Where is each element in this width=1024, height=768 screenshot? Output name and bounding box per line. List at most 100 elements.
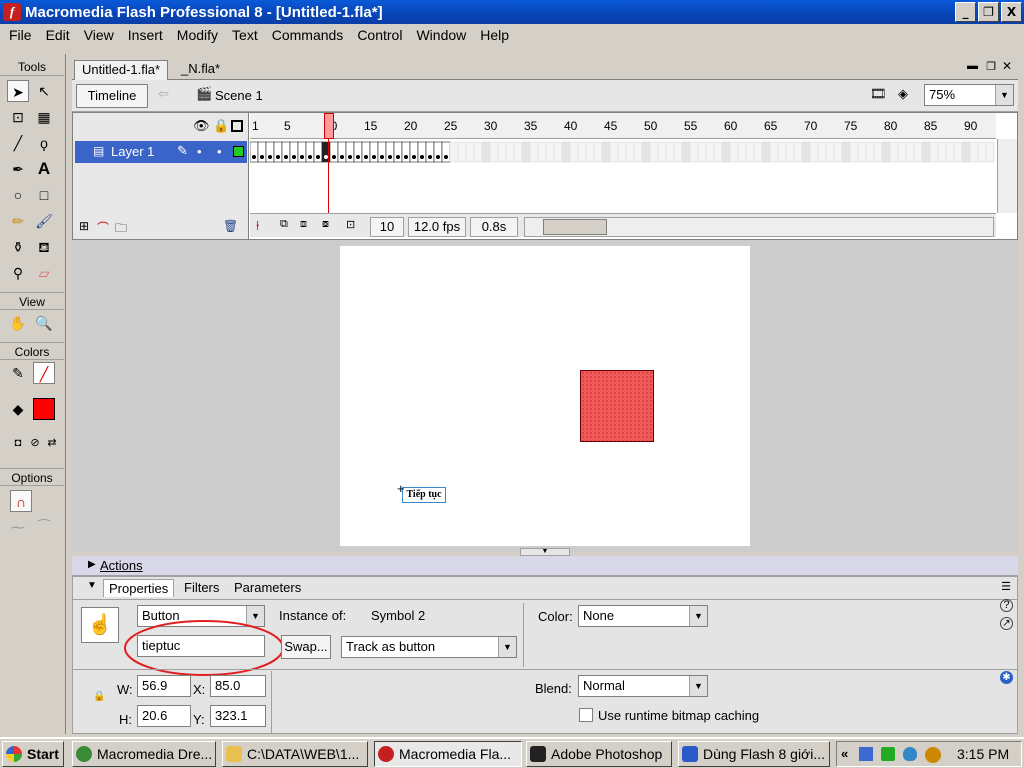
blend-select[interactable]: Normal ▼ xyxy=(578,675,708,697)
menu-view[interactable]: View xyxy=(77,27,121,43)
actions-panel-header[interactable]: ▶ Actions xyxy=(72,556,1018,576)
outline-color-square[interactable] xyxy=(233,146,244,157)
timeline-hscrollbar[interactable] xyxy=(524,217,994,237)
lock-dot[interactable]: • xyxy=(217,144,222,159)
menu-window[interactable]: Window xyxy=(409,27,473,43)
doc-minimize-icon[interactable]: ▬ xyxy=(967,60,978,72)
edit-scene-icon[interactable]: 🎞 xyxy=(870,86,887,102)
expand-arrow-icon[interactable]: ▶ xyxy=(88,559,96,570)
onion-outline-icon[interactable]: ⧈ xyxy=(300,218,307,231)
restore-button[interactable]: ❐ xyxy=(978,2,999,22)
straighten-icon[interactable]: ⁀ xyxy=(33,516,55,538)
menu-insert[interactable]: Insert xyxy=(121,27,170,43)
hand-tool-icon[interactable]: ✋ xyxy=(7,312,29,334)
stroke-color-icon[interactable]: ✎ xyxy=(7,362,29,384)
center-frame-icon[interactable]: ⍿ xyxy=(256,218,259,234)
zoom-tool-icon[interactable]: 🔍 xyxy=(33,312,55,334)
layer-name[interactable]: Layer 1 xyxy=(111,144,154,159)
menu-edit[interactable]: Edit xyxy=(39,27,77,43)
chevron-down-icon[interactable]: ▼ xyxy=(498,637,516,657)
add-layer-icon[interactable]: ⊞ xyxy=(79,219,89,233)
fill-color-swatch[interactable] xyxy=(33,398,55,420)
button-instance[interactable]: Tiếp tục xyxy=(402,487,446,503)
stroke-color-swatch[interactable]: ╱ xyxy=(33,362,55,384)
title-bar[interactable]: f Macromedia Flash Professional 8 - [Unt… xyxy=(0,0,1024,24)
oval-tool-icon[interactable]: ○ xyxy=(7,184,29,206)
brush-tool-icon[interactable]: 🖌 xyxy=(33,210,55,232)
back-arrow-icon[interactable]: ⇦ xyxy=(158,86,169,102)
menu-help[interactable]: Help xyxy=(473,27,516,43)
onion-skin-icon[interactable]: ⧉ xyxy=(280,218,288,231)
track-select[interactable]: Track as button ▼ xyxy=(341,636,517,658)
panel-collapse-handle[interactable]: ▼ xyxy=(520,548,570,556)
edit-symbol-icon[interactable]: ◈ xyxy=(898,86,908,102)
x-input[interactable]: 85.0 xyxy=(210,675,266,697)
red-rectangle-shape[interactable] xyxy=(580,370,654,442)
task-explorer[interactable]: C:\DATA\WEB\1... xyxy=(222,741,368,767)
subselect-tool-icon[interactable]: ↖ xyxy=(33,80,55,102)
tab-parameters[interactable]: Parameters xyxy=(229,579,306,597)
actions-label[interactable]: Actions xyxy=(100,558,143,573)
tab-filters[interactable]: Filters xyxy=(179,579,224,597)
height-input[interactable]: 20.6 xyxy=(137,705,191,727)
swap-button[interactable]: Swap... xyxy=(281,635,331,659)
hscroll-thumb[interactable] xyxy=(543,219,607,235)
pen-tool-icon[interactable]: ✒ xyxy=(7,158,29,180)
menu-modify[interactable]: Modify xyxy=(170,27,225,43)
minimize-button[interactable]: _ xyxy=(955,2,976,22)
help-icon[interactable]: ? xyxy=(1000,599,1013,612)
menu-file[interactable]: File xyxy=(2,27,39,43)
outline-icon[interactable] xyxy=(231,120,243,132)
doc-close-icon[interactable]: ✕ xyxy=(1002,59,1012,73)
chevron-down-icon[interactable]: ▼ xyxy=(995,85,1013,105)
constrain-lock-icon[interactable]: 🔒 xyxy=(93,691,105,702)
lock-icon[interactable]: 🔒 xyxy=(213,118,229,134)
panel-menu-icon[interactable]: ☰ xyxy=(1001,580,1011,593)
network-icon[interactable] xyxy=(859,747,873,761)
paint-bucket-tool-icon[interactable]: ⛾ xyxy=(33,236,55,258)
close-button[interactable]: X xyxy=(1001,2,1022,22)
eraser-tool-icon[interactable]: ▱ xyxy=(33,262,55,284)
traffic-light-icon[interactable] xyxy=(881,747,895,761)
doc-restore-icon[interactable]: ❐ xyxy=(986,60,996,73)
zoom-combo[interactable]: 75% ▼ xyxy=(924,84,1014,106)
frame-ruler[interactable]: 151015202530354045505560657075808590 xyxy=(250,113,996,139)
task-word[interactable]: Dùng Flash 8 giới... xyxy=(678,741,830,767)
tab-properties[interactable]: Properties xyxy=(103,579,175,597)
pencil-tool-icon[interactable]: ✏ xyxy=(7,210,29,232)
scene-label[interactable]: Scene 1 xyxy=(215,88,263,103)
timeline-vscrollbar[interactable] xyxy=(997,139,1017,213)
add-guide-layer-icon[interactable]: ⌒ xyxy=(97,219,109,236)
swap-colors-icon[interactable]: ⇄ xyxy=(41,432,63,454)
menu-commands[interactable]: Commands xyxy=(265,27,351,43)
start-button[interactable]: Start xyxy=(2,741,64,767)
tab-untitled-1[interactable]: Untitled-1.fla* xyxy=(74,60,169,80)
color-select[interactable]: None ▼ xyxy=(578,605,708,627)
accessibility-icon[interactable]: ✱ xyxy=(1000,671,1013,684)
task-dreamweaver[interactable]: Macromedia Dre... xyxy=(72,741,216,767)
menu-text[interactable]: Text xyxy=(225,27,265,43)
fps-field[interactable]: 12.0 fps xyxy=(408,217,466,237)
menu-control[interactable]: Control xyxy=(350,27,409,43)
free-transform-tool-icon[interactable]: ⊡ xyxy=(7,106,29,128)
trash-icon[interactable]: 🗑 xyxy=(223,219,238,233)
tab-n-fla[interactable]: _N.fla* xyxy=(174,60,227,80)
fill-color-icon[interactable]: ◆ xyxy=(7,398,29,420)
edit-in-place-icon[interactable]: ↗ xyxy=(1000,617,1013,630)
shield-icon[interactable] xyxy=(903,747,917,761)
onion-markers-icon[interactable]: ⊡ xyxy=(346,218,355,231)
task-flash[interactable]: Macromedia Fla... xyxy=(374,741,522,767)
timeline-button[interactable]: Timeline xyxy=(76,84,148,108)
collapse-arrow-icon[interactable]: ▼ xyxy=(87,580,97,591)
lasso-tool-icon[interactable]: ϙ xyxy=(33,132,55,154)
arrow-tool-icon[interactable]: ➤ xyxy=(7,80,29,102)
task-photoshop[interactable]: Adobe Photoshop xyxy=(526,741,672,767)
chevron-down-icon[interactable]: ▼ xyxy=(689,676,707,696)
eye-icon[interactable]: 👁 xyxy=(193,118,210,134)
width-input[interactable]: 56.9 xyxy=(137,675,191,697)
gradient-transform-tool-icon[interactable]: ▦ xyxy=(33,106,55,128)
tray-expand-icon[interactable]: « xyxy=(841,746,848,761)
playhead[interactable] xyxy=(324,113,334,139)
edit-multiple-icon[interactable]: ⧇ xyxy=(322,218,329,231)
frame-cells[interactable] xyxy=(250,141,996,163)
